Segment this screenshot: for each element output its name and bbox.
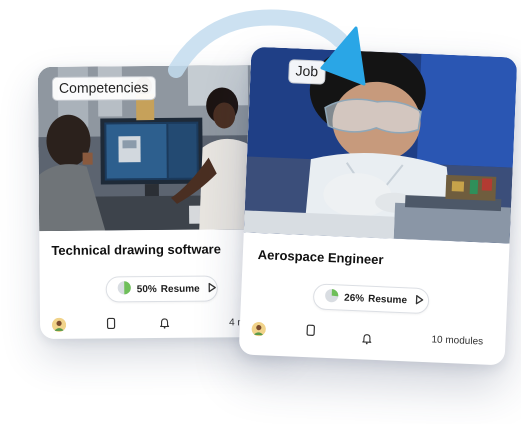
progress-ring-graphic xyxy=(325,289,339,303)
category-tag: Job xyxy=(288,59,326,85)
course-title[interactable]: Technical drawing software xyxy=(51,241,221,257)
modules-count: 10 modules xyxy=(431,334,484,348)
stage: Competencies Technical drawing software … xyxy=(0,0,521,424)
progress-ring xyxy=(324,288,340,307)
play-icon xyxy=(208,282,217,295)
avatar[interactable] xyxy=(52,317,67,332)
course-photo xyxy=(243,46,518,244)
resume-label: Resume xyxy=(160,283,200,295)
progress-ring-graphic xyxy=(117,281,131,295)
bell-icon[interactable] xyxy=(361,332,373,347)
course-card-job[interactable]: Job Aerospace Engineer 26% Resume 10 mod… xyxy=(238,46,518,366)
resume-button[interactable]: 50% Resume xyxy=(105,275,218,303)
resume-button[interactable]: 26% Resume xyxy=(312,283,430,315)
avatar[interactable] xyxy=(251,321,267,337)
card-footer: 10 modules xyxy=(239,318,506,351)
engineer-scene-illustration xyxy=(243,46,518,244)
progress-ring xyxy=(117,280,132,298)
progress-fill xyxy=(124,281,131,295)
document-icon[interactable] xyxy=(305,324,316,339)
progress-percent: 26% xyxy=(343,292,365,304)
progress-percent: 50% xyxy=(136,283,157,295)
progress-fill xyxy=(331,289,339,297)
resume-label: Resume xyxy=(367,293,408,306)
course-title[interactable]: Aerospace Engineer xyxy=(258,247,384,267)
play-icon xyxy=(415,294,425,307)
bell-icon[interactable] xyxy=(159,317,170,332)
document-icon[interactable] xyxy=(106,317,116,332)
category-tag: Competencies xyxy=(51,76,156,101)
